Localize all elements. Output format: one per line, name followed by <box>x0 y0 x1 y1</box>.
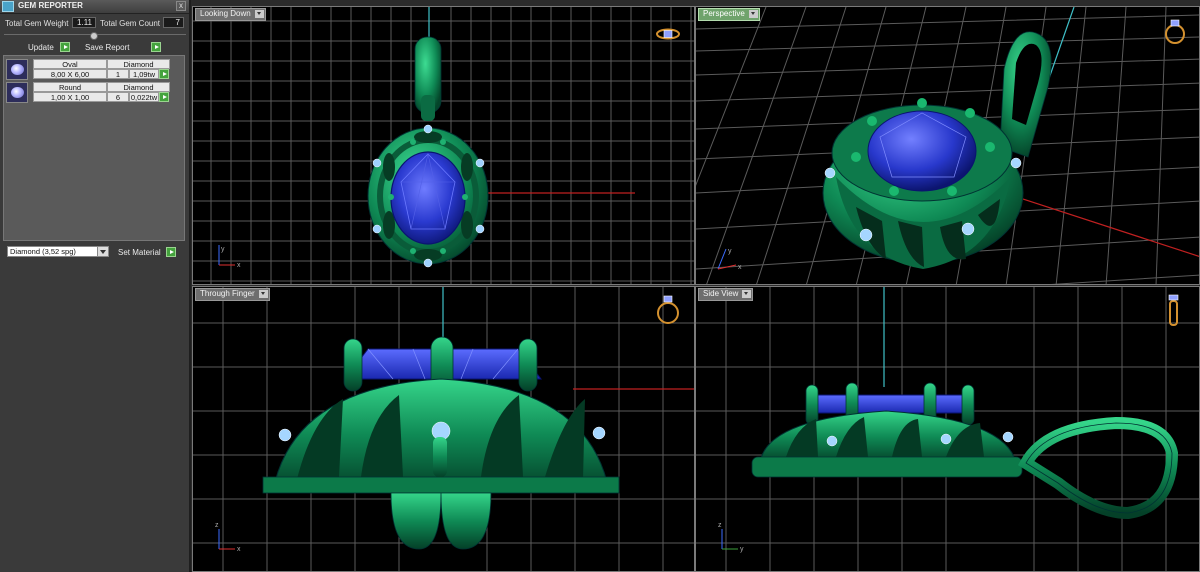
axis-y-label: y <box>221 246 225 253</box>
ring-front-icon[interactable] <box>655 293 681 325</box>
viewport-side-view[interactable]: z y Side View <box>695 286 1200 572</box>
viewport-perspective[interactable]: y x Perspective <box>695 6 1200 285</box>
gem-reporter-icon <box>2 1 14 12</box>
close-icon[interactable]: x <box>176 1 186 11</box>
axis-z-label: z <box>718 522 722 529</box>
panel-titlebar[interactable]: GEM REPORTER x <box>0 0 189 14</box>
looking-down-canvas[interactable]: y x <box>193 7 695 285</box>
option-radio[interactable] <box>90 32 98 40</box>
gem-select-button[interactable] <box>159 69 169 79</box>
oval-gem <box>809 394 973 414</box>
gem-count: 1 <box>107 69 129 79</box>
gem-shape: Round <box>33 82 107 92</box>
axis-indicator: y x <box>218 245 241 269</box>
chevron-down-icon[interactable] <box>742 290 752 298</box>
axis-x-label: x <box>738 264 742 271</box>
gem-material: Diamond <box>107 59 170 69</box>
gem-reporter-panel: GEM REPORTER x Total Gem Weight 1.11 Tot… <box>0 0 191 572</box>
viewport-looking-down[interactable]: y x Looking Down <box>192 6 695 285</box>
ring-perspective-icon[interactable] <box>1162 17 1188 45</box>
gem-weight: 1,09tw <box>129 69 159 79</box>
gem-list: Oval Diamond 8,00 X 6,00 1 1,09tw Round … <box>3 55 185 241</box>
gem-select-button[interactable] <box>159 92 169 102</box>
axis-z-label: z <box>215 522 219 529</box>
save-report-label: Save Report <box>85 43 130 52</box>
total-weight-value: 1.11 <box>72 17 96 28</box>
axis-y-label: y <box>728 248 732 255</box>
ring-top-icon[interactable] <box>655 27 681 41</box>
gem-shape: Oval <box>33 59 107 69</box>
gem-material: Diamond <box>107 82 170 92</box>
viewport-label[interactable]: Looking Down <box>195 8 266 21</box>
material-select[interactable]: Diamond (3,52 spg) <box>7 246 109 257</box>
chevron-down-icon[interactable] <box>97 247 108 256</box>
axis-x-label: x <box>237 262 241 269</box>
gem-row-round[interactable]: Round Diamond 1,00 X 1,00 6 0,022tw <box>6 82 170 103</box>
gem-size: 1,00 X 1,00 <box>33 92 107 102</box>
material-select-value: Diamond (3,52 spg) <box>10 247 76 256</box>
axis-indicator: z y <box>718 522 744 553</box>
viewport-label[interactable]: Through Finger <box>195 288 270 301</box>
viewport-label[interactable]: Perspective <box>698 8 760 21</box>
total-count-label: Total Gem Count <box>100 19 161 28</box>
oval-gem-icon <box>6 59 28 80</box>
update-button[interactable] <box>60 42 70 52</box>
chevron-down-icon[interactable] <box>258 290 268 298</box>
through-finger-canvas[interactable]: z x <box>193 287 695 572</box>
axis-indicator: z x <box>215 522 241 553</box>
panel-title: GEM REPORTER <box>18 1 83 10</box>
round-gem-icon <box>6 82 28 103</box>
chevron-down-icon[interactable] <box>254 10 264 18</box>
set-material-button[interactable] <box>166 247 176 257</box>
ring-side-icon[interactable] <box>1164 293 1184 327</box>
axis-x-label: x <box>237 546 241 553</box>
side-view-canvas[interactable]: z y <box>696 287 1200 572</box>
total-weight-label: Total Gem Weight <box>5 19 69 28</box>
oval-gem <box>390 151 466 245</box>
gem-row-oval[interactable]: Oval Diamond 8,00 X 6,00 1 1,09tw <box>6 59 170 80</box>
viewport-through-finger[interactable]: z x Through Finger <box>192 286 695 572</box>
gem-count: 6 <box>107 92 129 102</box>
axis-y-label: y <box>740 546 744 553</box>
viewport-label[interactable]: Side View <box>698 288 754 301</box>
set-material-label: Set Material <box>118 248 161 257</box>
update-label: Update <box>28 43 54 52</box>
perspective-canvas[interactable]: y x <box>696 7 1200 285</box>
chevron-down-icon[interactable] <box>748 10 758 18</box>
gem-weight: 0,022tw <box>129 92 159 102</box>
save-report-button[interactable] <box>151 42 161 52</box>
total-count-value: 7 <box>163 17 184 28</box>
gem-size: 8,00 X 6,00 <box>33 69 107 79</box>
